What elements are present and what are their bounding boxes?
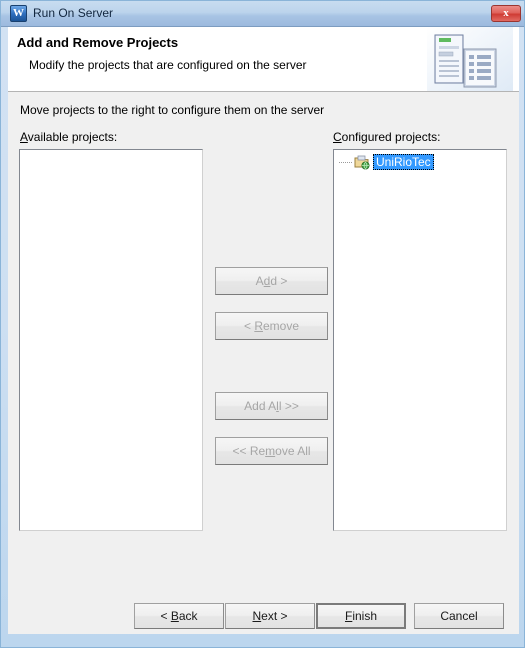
remove-button-post: emove: [262, 319, 300, 333]
tree-line-icon: [338, 154, 354, 170]
run-on-server-dialog: W Run On Server x Add and Remove Project…: [0, 0, 525, 648]
finish-button-post: inish: [352, 609, 378, 623]
instruction-text: Move projects to the right to configure …: [20, 103, 325, 117]
next-button-post: ext >: [261, 609, 288, 623]
web-project-icon: W: [10, 5, 27, 22]
server-and-document-icon: [427, 27, 513, 91]
title-icon-glyph: W: [13, 7, 24, 19]
available-projects-list[interactable]: [19, 149, 203, 531]
cancel-button[interactable]: Cancel: [414, 603, 504, 629]
add-all-button-pre: Add A: [244, 399, 277, 413]
available-label-post: vailable projects:: [27, 130, 118, 144]
add-button[interactable]: Add >: [215, 267, 328, 295]
add-button-pre: A: [255, 274, 264, 288]
page-title: Add and Remove Projects: [17, 35, 179, 50]
close-icon: x: [503, 7, 509, 19]
wizard-header: Add and Remove Projects Modify the proje…: [8, 27, 519, 92]
configured-label-mnemonic: C: [333, 130, 342, 144]
remove-button-pre: <: [243, 319, 255, 333]
remove-all-button[interactable]: << Remove All: [215, 437, 328, 465]
remove-all-button-pre: << Re: [232, 444, 266, 458]
finish-button[interactable]: Finish: [316, 603, 406, 629]
back-button-pre: <: [160, 609, 171, 623]
next-button[interactable]: Next >: [225, 603, 315, 629]
remove-button-mnemonic: R: [254, 319, 263, 333]
back-button[interactable]: < Back: [134, 603, 224, 629]
web-project-icon: [354, 154, 370, 170]
close-button[interactable]: x: [491, 5, 521, 22]
back-button-mnemonic: B: [170, 609, 179, 623]
next-button-mnemonic: N: [252, 609, 262, 623]
cancel-button-label: Cancel: [440, 609, 478, 623]
window-title: Run On Server: [33, 6, 114, 20]
configured-projects-list[interactable]: UniRioTec: [333, 149, 507, 531]
remove-all-button-mnemonic: m: [265, 444, 276, 458]
list-item-label: UniRioTec: [373, 154, 434, 170]
available-projects-label: Available projects:: [20, 130, 117, 144]
add-button-post: d >: [270, 274, 288, 288]
available-label-mnemonic: A: [20, 130, 28, 144]
add-all-button[interactable]: Add All >>: [215, 392, 328, 420]
list-item[interactable]: UniRioTec: [338, 154, 434, 170]
remove-all-button-post: ove All: [275, 444, 311, 458]
dialog-body: Move projects to the right to configure …: [8, 92, 519, 634]
configured-projects-label: Configured projects:: [333, 130, 440, 144]
configured-label-post: onfigured projects:: [341, 130, 441, 144]
back-button-post: ack: [178, 609, 198, 623]
page-subtitle: Modify the projects that are configured …: [29, 58, 307, 72]
title-bar: W Run On Server x: [1, 1, 524, 27]
remove-button[interactable]: < Remove: [215, 312, 328, 340]
add-all-button-post: l >>: [278, 399, 299, 413]
